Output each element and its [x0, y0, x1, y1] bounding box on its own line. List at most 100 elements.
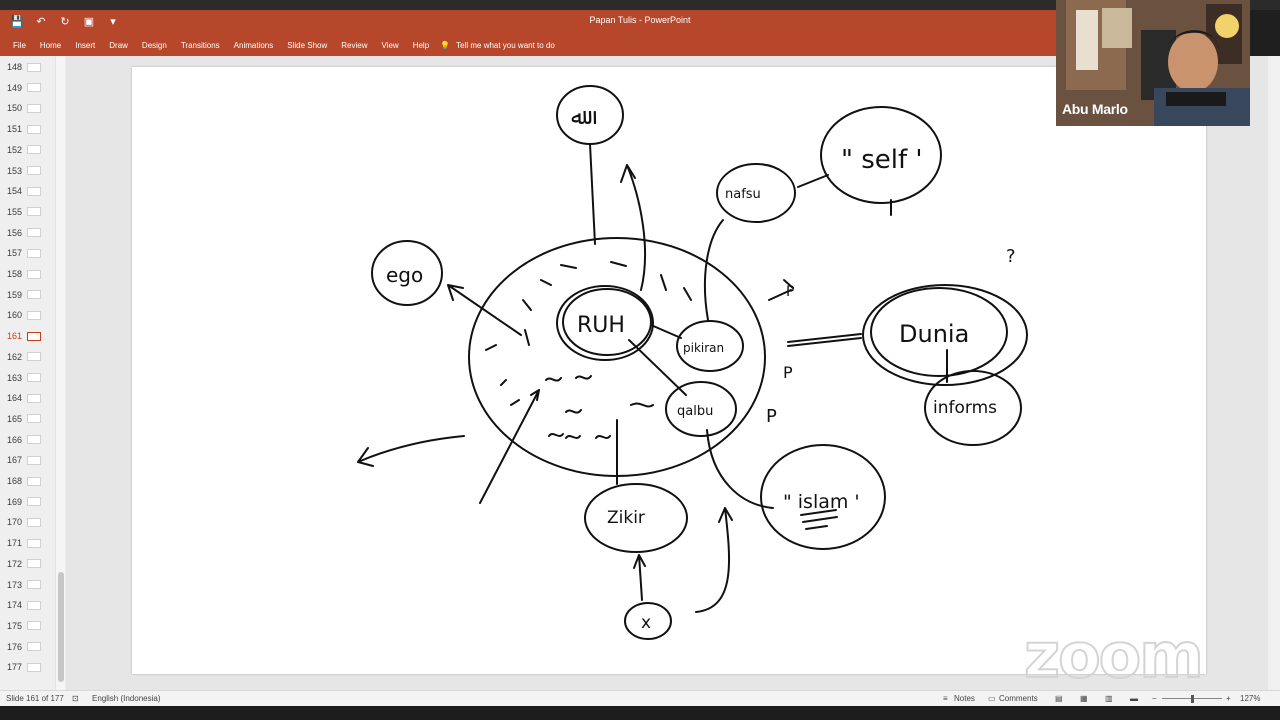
slide-thumbnail[interactable]: 156 [0, 224, 52, 242]
normal-view-icon[interactable]: ▤ [1055, 694, 1063, 703]
slide-thumbnail-image [27, 435, 41, 445]
slide-thumbnail[interactable]: 157 [0, 244, 52, 262]
slide-thumbnail-image [27, 352, 41, 362]
reading-view-icon[interactable]: ▥ [1105, 694, 1113, 703]
slide-thumbnail-image [27, 124, 41, 134]
slide-thumbnail[interactable]: 163 [0, 369, 52, 387]
slide-thumbnail[interactable]: 148 [0, 58, 52, 76]
p-label-3: P [766, 406, 777, 427]
thumbnail-scrollbar-thumb[interactable] [58, 572, 64, 682]
slide-thumbnail[interactable]: 149 [0, 79, 52, 97]
slide-thumbnail-image [27, 600, 41, 610]
slide-number: 166 [6, 434, 22, 445]
slide-thumbnail-image [27, 455, 41, 465]
comments-button[interactable]: Comments [999, 694, 1038, 703]
tab-design[interactable]: Design [135, 41, 174, 50]
slide-thumbnail-image [27, 642, 41, 652]
x-label: x [641, 613, 651, 633]
slide-thumbnail[interactable]: 166 [0, 431, 52, 449]
slide-thumbnail[interactable]: 169 [0, 493, 52, 511]
slide-thumbnail[interactable]: 173 [0, 576, 52, 594]
slide-thumbnail-image [27, 497, 41, 507]
slide-thumbnail-image [27, 621, 41, 631]
nafsu-label: nafsu [725, 187, 761, 202]
slide-number: 164 [6, 393, 22, 404]
slide-number: 159 [6, 289, 22, 300]
slide-thumbnail[interactable]: 152 [0, 141, 52, 159]
tell-me-search[interactable]: 💡 Tell me what you want to do [436, 41, 555, 50]
slide-thumbnail[interactable]: 172 [0, 555, 52, 573]
slide-show-icon[interactable]: ▬ [1130, 694, 1138, 703]
slide-thumbnail[interactable]: 175 [0, 617, 52, 635]
zoom-video-tile[interactable]: Abu Marlo [1056, 0, 1250, 126]
slide-thumbnail[interactable]: 177 [0, 658, 52, 676]
tab-home[interactable]: Home [33, 41, 68, 50]
slide-thumbnail[interactable]: 167 [0, 451, 52, 469]
slide-number: 173 [6, 579, 22, 590]
slide-thumbnail[interactable]: 160 [0, 306, 52, 324]
slide-thumbnail[interactable]: 168 [0, 472, 52, 490]
tab-file[interactable]: File [6, 41, 33, 50]
notes-icon[interactable]: ≡ [943, 694, 948, 703]
slide-thumbnail[interactable]: 165 [0, 410, 52, 428]
slide-thumbnail[interactable]: 171 [0, 534, 52, 552]
notes-button[interactable]: Notes [954, 694, 975, 703]
slide-thumbnail[interactable]: 158 [0, 265, 52, 283]
slide-thumbnail[interactable]: 155 [0, 203, 52, 221]
accessibility-icon[interactable]: ⊡ [72, 694, 79, 703]
p-label-2: P [783, 363, 793, 382]
arrow-into-circle [479, 389, 540, 504]
slide-thumbnail[interactable]: 150 [0, 99, 52, 117]
slide-sorter-icon[interactable]: ▦ [1080, 694, 1088, 703]
zoom-level[interactable]: 127% [1240, 694, 1260, 703]
slide-thumbnail[interactable]: 161 [0, 327, 52, 345]
tab-help[interactable]: Help [406, 41, 436, 50]
slide-thumbnail[interactable]: 162 [0, 348, 52, 366]
tab-transitions[interactable]: Transitions [174, 41, 227, 50]
start-presentation-icon[interactable]: ▣ [80, 12, 98, 30]
redo-icon[interactable]: ↻ [56, 12, 74, 30]
dunia-label: Dunia [899, 320, 969, 348]
save-icon[interactable]: 💾 [8, 12, 26, 30]
language-indicator[interactable]: English (Indonesia) [92, 694, 160, 703]
qalbu-label: qalbu [677, 404, 713, 419]
arrow-left [357, 435, 465, 467]
tab-animations[interactable]: Animations [227, 41, 281, 50]
zoom-in-icon[interactable]: + [1226, 694, 1231, 703]
comments-icon[interactable]: ▭ [988, 694, 996, 703]
zoom-watermark-logo: zoom [1023, 619, 1205, 692]
slide-number: 148 [6, 62, 22, 72]
zoom-slider-thumb[interactable] [1191, 695, 1194, 703]
slide-number: 161 [6, 331, 22, 342]
thumbnail-scrollbar[interactable] [55, 56, 65, 690]
undo-icon[interactable]: ↶ [32, 12, 50, 30]
slide-thumbnail[interactable]: 153 [0, 162, 52, 180]
customize-toolbar-icon[interactable]: ▾ [104, 12, 122, 30]
slide-thumbnail[interactable]: 176 [0, 638, 52, 656]
powerpoint-window: 💾 ↶ ↻ ▣ ▾ Papan Tulis - PowerPoint File … [0, 0, 1280, 720]
window-bottom-strip [0, 706, 1280, 720]
slide-thumbnail[interactable]: 154 [0, 182, 52, 200]
slide-thumbnail[interactable]: 170 [0, 513, 52, 531]
tab-slide-show[interactable]: Slide Show [280, 41, 334, 50]
tab-review[interactable]: Review [334, 41, 374, 50]
tab-insert[interactable]: Insert [68, 41, 102, 50]
informs-label: informs [933, 398, 997, 418]
slide-canvas[interactable]: RUH pikiran qalbu ﷲ ego nafsu " self ' D… [132, 67, 1206, 674]
slide-thumbnail-image [27, 290, 41, 300]
slide-thumbnail[interactable]: 164 [0, 389, 52, 407]
zoom-out-icon[interactable]: − [1152, 694, 1157, 703]
allah-label: ﷲ [571, 105, 597, 130]
slide-vertical-scrollbar[interactable] [1268, 56, 1280, 690]
tab-draw[interactable]: Draw [102, 41, 135, 50]
slide-number: 168 [6, 476, 22, 486]
slide-thumbnail[interactable]: 159 [0, 286, 52, 304]
slide-thumbnail[interactable]: 151 [0, 120, 52, 138]
slide-number: 155 [6, 206, 22, 217]
slide-thumbnail-image [27, 166, 41, 175]
arrow-bottom-right [695, 507, 733, 613]
slide-number: 150 [6, 103, 22, 114]
tab-view[interactable]: View [375, 41, 406, 50]
title-bar: 💾 ↶ ↻ ▣ ▾ Papan Tulis - PowerPoint [0, 10, 1056, 34]
slide-thumbnail[interactable]: 174 [0, 596, 52, 614]
